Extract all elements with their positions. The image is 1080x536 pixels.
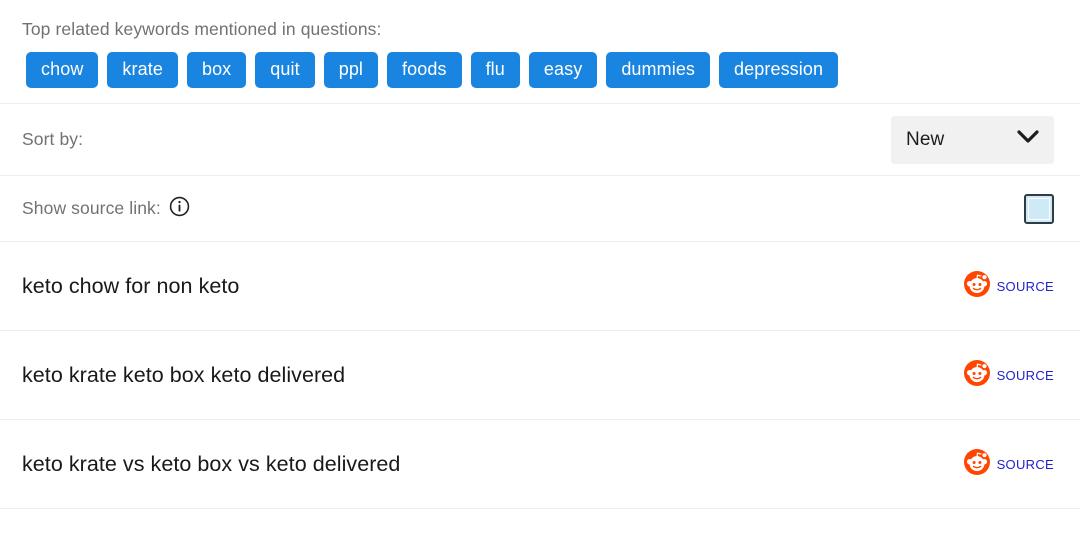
keywords-section: Top related keywords mentioned in questi… [0, 0, 1080, 104]
reddit-icon [963, 448, 990, 480]
keyword-chip-quit[interactable]: quit [255, 52, 315, 88]
keyword-chip-easy[interactable]: easy [528, 52, 598, 88]
related-keywords-panel: Top related keywords mentioned in questi… [0, 0, 1080, 536]
chevron-down-icon [1016, 129, 1040, 150]
result-row[interactable]: keto chow for non keto Source [0, 242, 1080, 331]
keyword-chip-krate[interactable]: krate [107, 52, 178, 88]
keyword-chip-foods[interactable]: foods [387, 52, 462, 88]
keyword-chip-ppl[interactable]: ppl [323, 52, 379, 88]
show-source-link-checkbox[interactable] [1024, 193, 1054, 224]
sort-by-row: Sort by: New [0, 104, 1080, 176]
result-question-text: keto chow for non keto [22, 274, 240, 298]
keyword-chip-chow[interactable]: chow [26, 52, 99, 88]
sort-by-label: Sort by: [22, 129, 84, 149]
keyword-chip-flu[interactable]: flu [470, 52, 520, 88]
sort-by-selected-value: New [906, 128, 945, 150]
show-source-link-label-group: Show source link: [22, 196, 190, 222]
keyword-chip-box[interactable]: box [186, 52, 247, 88]
result-question-text: keto krate keto box keto delivered [22, 363, 346, 387]
reddit-icon [963, 359, 990, 391]
source-link[interactable]: Source [963, 359, 1054, 391]
source-link-label: Source [996, 275, 1054, 296]
source-link-label: Source [996, 453, 1054, 474]
sort-by-select[interactable]: New [891, 115, 1054, 164]
result-question-text: keto krate vs keto box vs keto delivered [22, 452, 401, 476]
reddit-icon [963, 270, 990, 302]
show-source-link-row: Show source link: [0, 176, 1080, 242]
info-icon[interactable] [169, 196, 190, 222]
keyword-chip-list: chow krate box quit ppl foods flu easy d… [0, 40, 1080, 103]
keywords-title: Top related keywords mentioned in questi… [22, 19, 382, 39]
keyword-chip-depression[interactable]: depression [719, 52, 839, 88]
result-row[interactable]: keto krate keto box keto delivered Sourc… [0, 331, 1080, 420]
source-link[interactable]: Source [963, 448, 1054, 480]
show-source-link-label: Show source link: [22, 198, 161, 218]
result-row[interactable]: keto krate vs keto box vs keto delivered… [0, 420, 1080, 509]
source-link-label: Source [996, 364, 1054, 385]
keyword-chip-dummies[interactable]: dummies [606, 52, 711, 88]
source-link[interactable]: Source [963, 270, 1054, 302]
